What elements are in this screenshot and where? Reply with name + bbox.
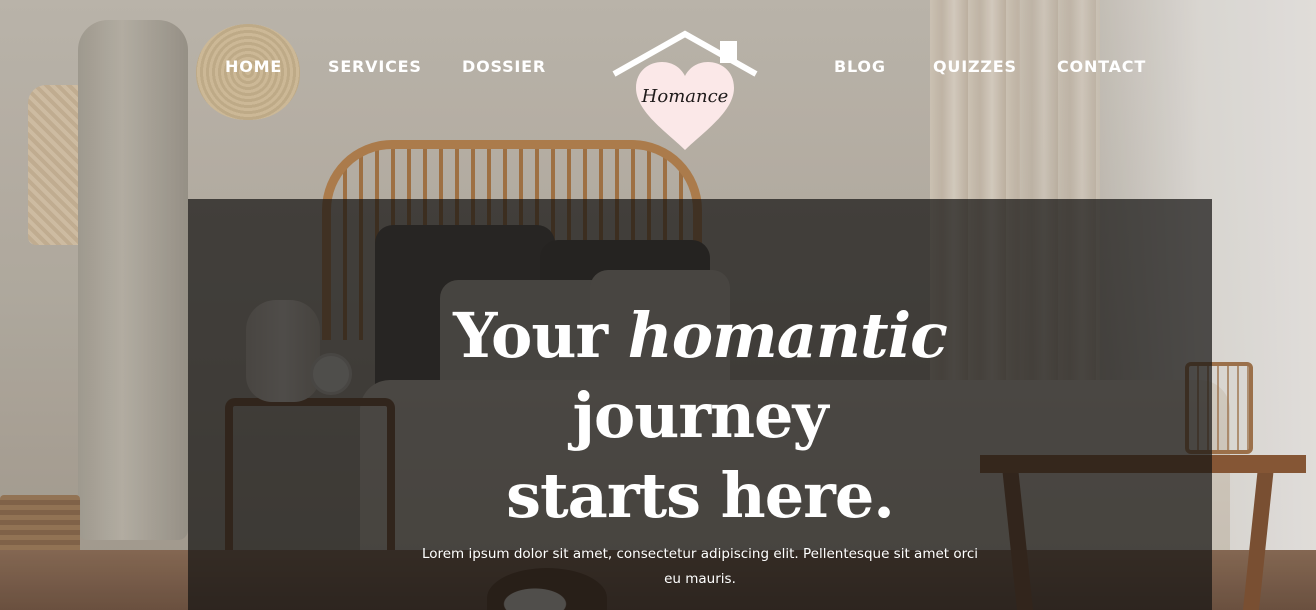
nav-home[interactable]: HOME [225, 57, 282, 76]
hero-subtitle: Lorem ipsum dolor sit amet, consectetur … [421, 546, 979, 587]
hero-title-line2: journey [572, 379, 828, 452]
hero-title-emphasis: homantic [627, 299, 948, 372]
nav-blog[interactable]: BLOG [834, 57, 886, 76]
nav-services[interactable]: SERVICES [328, 57, 422, 76]
homance-logo[interactable]: Homance [610, 30, 760, 154]
nav-contact[interactable]: CONTACT [1057, 57, 1146, 76]
hero-title-line3: starts here. [506, 459, 895, 532]
hero-title-plain: Your [453, 299, 628, 372]
nav-dossier[interactable]: DOSSIER [462, 57, 546, 76]
nav-quizzes[interactable]: QUIZZES [933, 57, 1017, 76]
logo-text: Homance [641, 86, 729, 107]
hero-title: Your homantic journey starts here. [388, 296, 1012, 536]
hero-title-line1: Your homantic [453, 299, 948, 372]
